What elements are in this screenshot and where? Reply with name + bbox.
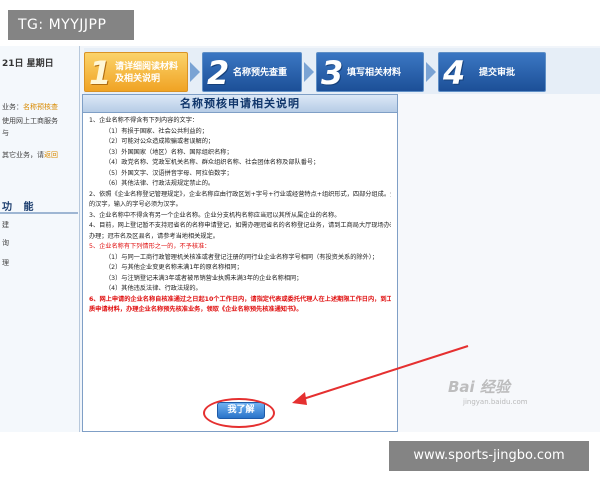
app-frame: 21日 星期日 业务：名称预核查 使用网上工商服务 与 其它业务，请返回 功 能… bbox=[0, 46, 600, 432]
red-pointer-arrow bbox=[292, 345, 469, 405]
watermark-bottom: www.sports-jingbo.com bbox=[389, 441, 589, 471]
baidu-watermark: Bai 经验 bbox=[448, 378, 510, 396]
watermark-top: TG: MYYJJPP bbox=[8, 10, 134, 40]
baidu-url-watermark: jingyan.baidu.com bbox=[463, 398, 528, 406]
